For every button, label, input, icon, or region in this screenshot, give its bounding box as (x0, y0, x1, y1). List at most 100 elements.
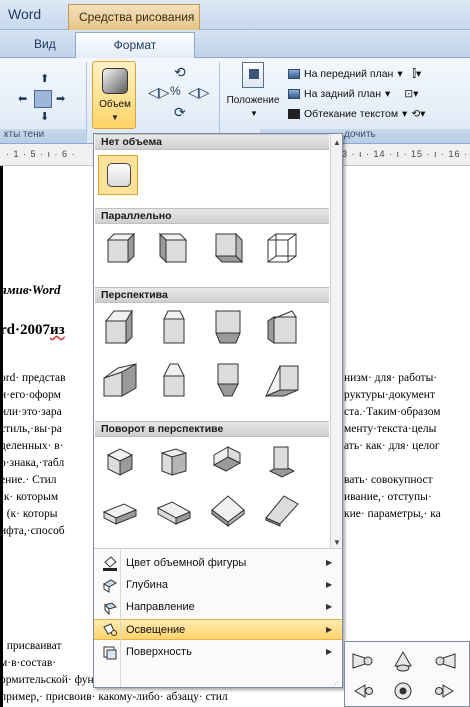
text-line: ord· представ (0, 372, 66, 384)
rotation-tile-6[interactable] (154, 490, 194, 530)
heading-2-text: rd·2007 (0, 322, 51, 338)
tab-format[interactable]: Формат (75, 32, 195, 59)
perspective-tile-3[interactable] (208, 307, 248, 347)
rotation-tile-3[interactable] (208, 441, 248, 481)
perspective-tile-5[interactable] (100, 360, 140, 400)
rotation-tile-1[interactable] (100, 441, 140, 481)
submenu-arrow-icon: ▶ (326, 558, 333, 567)
depth-command[interactable]: Глубина ▶ (94, 575, 342, 596)
position-label: Положение (226, 95, 280, 106)
tab-view[interactable]: Вид (34, 37, 56, 51)
tilt-down-icon[interactable]: ⟳ (174, 104, 186, 121)
text-line: вать· совокупност (344, 474, 433, 486)
position-button[interactable]: Положение ▼ (224, 62, 282, 128)
text-wrapping-label: Обтекание текстом (304, 108, 399, 120)
shadow-effects-group: ⬆ ⬅ ➡ ⬇ (18, 72, 68, 124)
rotate-icon[interactable]: ⟲▾ (411, 108, 425, 120)
lighting-top-icon[interactable] (391, 650, 415, 672)
tilt-up-icon[interactable]: ⟲ (174, 64, 186, 81)
depth-icon (102, 578, 118, 593)
rotation-tile-2[interactable] (154, 441, 194, 481)
perspective-tile-6[interactable] (154, 360, 194, 400)
3d-color-command[interactable]: Цвет объемной фигуры ▶ (94, 553, 342, 574)
gallery-scrollbar[interactable]: ▲ ▼ (330, 134, 342, 557)
text-wrapping-button[interactable]: Обтекание текстом ▾ ⟲▾ (288, 104, 468, 124)
submenu-arrow-icon: ▶ (326, 580, 333, 589)
shadow-right-icon[interactable]: ➡ (56, 92, 65, 105)
parallel-tile-4[interactable] (262, 228, 302, 268)
lighting-top-left-icon[interactable] (351, 650, 375, 672)
tilt-right-icon[interactable]: ◁▷ (188, 84, 210, 101)
resize-grip-icon[interactable]: ⋰ (332, 680, 339, 687)
direction-icon (102, 600, 118, 616)
perspective-tile-8[interactable] (262, 360, 302, 400)
shadow-group-footer: кты тени (0, 129, 86, 143)
send-to-back-button[interactable]: На задний план ▾ ⊡▾ (288, 84, 468, 104)
perspective-tile-7[interactable] (208, 360, 248, 400)
paint-bucket-icon (102, 556, 118, 571)
shadow-toggle-icon[interactable] (34, 90, 52, 108)
surface-label: Поверхность (126, 646, 192, 658)
perspective-tile-1[interactable] (100, 307, 140, 347)
parallel-tile-2[interactable] (154, 228, 194, 268)
section-parallel: Параллельно (95, 208, 329, 224)
lightbulb-icon (102, 623, 118, 638)
send-back-icon (288, 89, 300, 99)
scroll-up-icon[interactable]: ▲ (333, 138, 341, 147)
align-icon[interactable]: ⫿▾ (413, 68, 422, 81)
lighting-front-icon[interactable] (391, 680, 415, 702)
text-line: стиль,·вы·ра (0, 423, 62, 435)
spelling-error-mark: из (50, 322, 65, 338)
rotation-tile-8[interactable] (262, 490, 302, 530)
text-line: о·знака,·табл (0, 457, 65, 469)
parallel-tile-3[interactable] (208, 228, 248, 268)
chevron-down-icon: ▼ (111, 113, 119, 122)
tilt-left-icon[interactable]: ◁▷ (148, 84, 170, 101)
document-heading-1: ямив·Word (0, 282, 61, 297)
title-bar: Word Средства рисования (0, 0, 470, 30)
rotation-tile-4[interactable] (262, 441, 302, 481)
lighting-left-icon[interactable] (351, 680, 375, 702)
3d-effects-button[interactable]: Объем ▼ (92, 61, 136, 129)
shadow-left-icon[interactable]: ⬅ (18, 92, 27, 105)
depth-label: Глубина (126, 579, 169, 591)
context-tab-drawing-tools[interactable]: Средства рисования (68, 4, 200, 30)
text-line: деленных· в· (0, 440, 64, 452)
text-line: ста.·Таким·образом (344, 406, 441, 418)
text-line: · присваиват (0, 640, 62, 652)
bring-front-icon (288, 69, 300, 79)
perspective-tile-2[interactable] (154, 307, 194, 347)
shadow-up-icon[interactable]: ⬆ (40, 72, 49, 85)
section-perspective: Перспектива (95, 287, 329, 303)
rotation-tile-7[interactable] (208, 490, 248, 530)
chevron-down-icon: ▼ (250, 109, 258, 118)
lighting-label: Освещение (126, 624, 186, 636)
3d-toggle-icon[interactable]: % (170, 84, 181, 98)
perspective-tile-4[interactable] (262, 307, 302, 347)
arrange-group: На передний план ▾ ⫿▾ На задний план ▾ ⊡… (288, 64, 468, 124)
scroll-down-icon[interactable]: ▼ (333, 538, 341, 547)
no-3d-tile[interactable] (98, 155, 138, 195)
text-line: · (к· которы (0, 508, 58, 520)
section-no-3d: Нет объема (95, 134, 329, 150)
lighting-submenu (344, 641, 470, 707)
text-line: низм· для· работы· (344, 372, 438, 384)
flat-shape-icon (107, 163, 131, 187)
direction-command[interactable]: Направление ▶ (94, 597, 342, 618)
text-line: пример,· присвоив· какому-либо· абзацу· … (0, 691, 228, 703)
text-line: менту·текста·целы (344, 423, 437, 435)
lighting-right-icon[interactable] (433, 680, 457, 702)
text-line: и·его·оформ (0, 389, 61, 401)
group-separator (219, 62, 220, 142)
parallel-tile-1[interactable] (100, 228, 140, 268)
shadow-down-icon[interactable]: ⬇ (40, 110, 49, 123)
surface-command[interactable]: Поверхность ▶ (94, 642, 342, 663)
position-icon (242, 62, 264, 88)
rotation-tile-5[interactable] (100, 490, 140, 530)
chevron-down-icon: ▾ (397, 68, 403, 80)
bring-to-front-button[interactable]: На передний план ▾ ⫿▾ (288, 64, 468, 84)
lighting-top-right-icon[interactable] (433, 650, 457, 672)
lighting-command[interactable]: Освещение ▶ (94, 619, 342, 640)
group-objects-icon[interactable]: ⊡▾ (404, 88, 418, 100)
surface-icon (102, 645, 118, 660)
